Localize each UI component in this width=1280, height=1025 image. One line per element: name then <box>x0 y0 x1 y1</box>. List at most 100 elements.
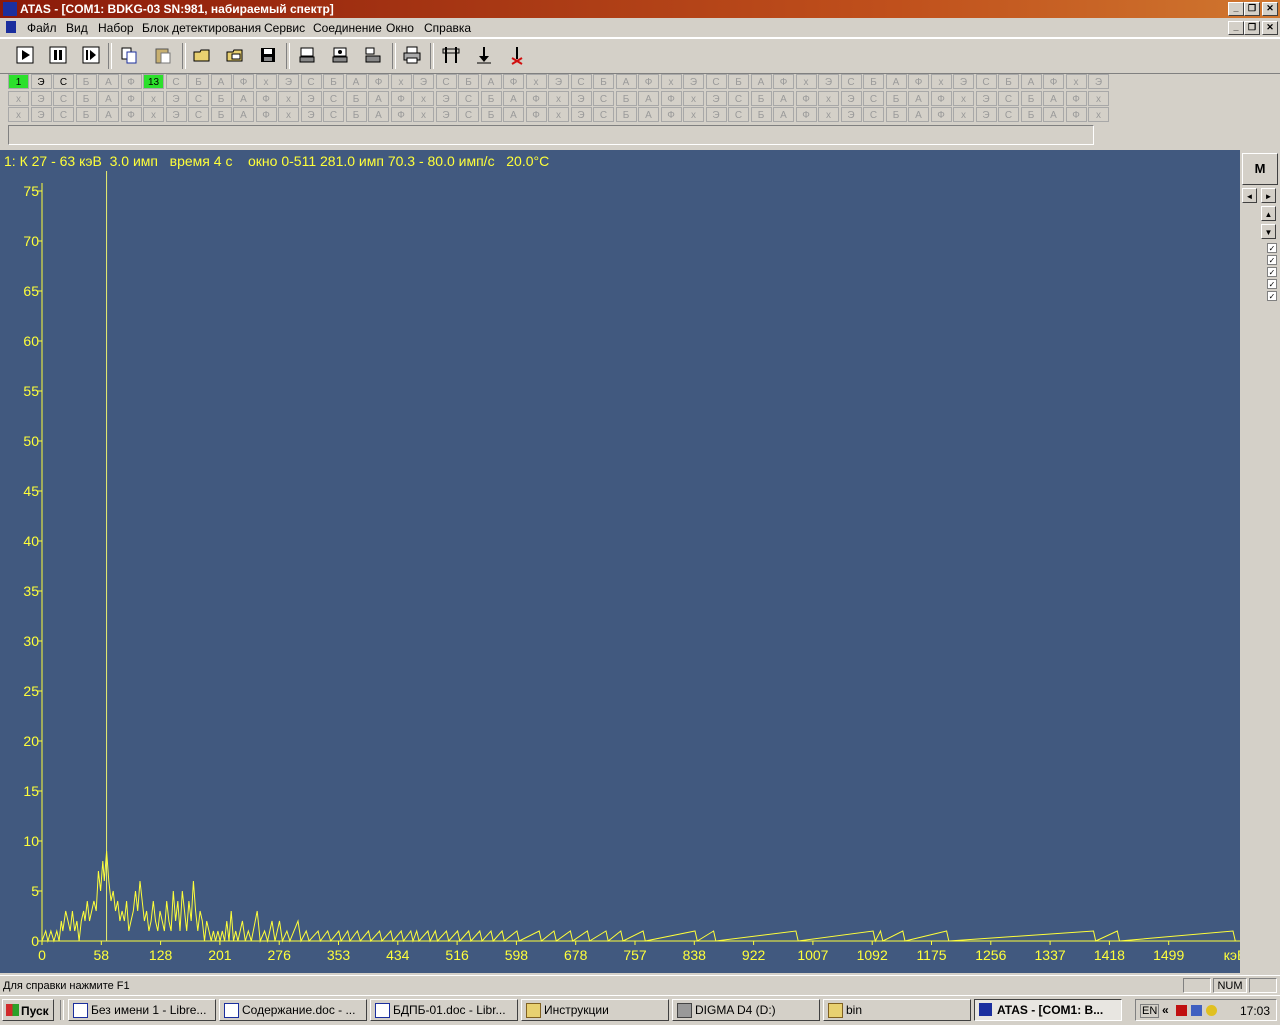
channel-cell[interactable]: Э <box>975 90 997 106</box>
channel-cell[interactable]: Б <box>885 90 907 106</box>
channel-cell[interactable]: А <box>615 74 637 89</box>
channel-cell[interactable]: Э <box>30 90 52 106</box>
menu-detector-block[interactable]: Блок детектирования <box>142 21 261 35</box>
marker-mode-button[interactable]: M <box>1242 153 1278 185</box>
channel-cell[interactable]: х <box>8 107 29 122</box>
step-icon[interactable] <box>80 44 102 66</box>
detector-3-icon[interactable] <box>362 44 384 66</box>
scroll-left-button[interactable]: ◄ <box>1242 188 1257 203</box>
channel-cell[interactable]: А <box>233 90 254 106</box>
channel-cell[interactable]: С <box>728 90 749 106</box>
channel-cell[interactable]: Б <box>615 107 637 122</box>
channel-cell[interactable]: Ф <box>233 74 254 89</box>
channel-cell[interactable]: Э <box>30 74 52 89</box>
channel-cell[interactable]: Э <box>975 107 997 122</box>
channel-cell[interactable]: х <box>1088 90 1109 106</box>
start-button[interactable]: Пуск <box>2 999 54 1021</box>
restore-button[interactable]: ❐ <box>1244 2 1260 16</box>
channel-cell[interactable]: А <box>98 107 119 122</box>
channel-cell[interactable]: Б <box>75 107 97 122</box>
channel-cell[interactable]: А <box>638 90 659 106</box>
channel-cell[interactable]: Э <box>300 107 322 122</box>
channel-cell[interactable]: х <box>413 107 434 122</box>
channel-cell[interactable]: А <box>368 90 389 106</box>
save-icon[interactable] <box>257 44 279 66</box>
channel-cell[interactable]: Э <box>278 74 299 89</box>
channel-cell[interactable]: А <box>1020 74 1042 89</box>
channel-cell[interactable]: С <box>593 107 614 122</box>
channel-cell[interactable]: Ф <box>660 107 682 122</box>
channel-cell[interactable]: Ф <box>503 74 524 89</box>
channel-cell[interactable]: Б <box>750 90 772 106</box>
channel-cell[interactable]: Э <box>30 107 52 122</box>
channel-cell[interactable]: Ф <box>255 90 277 106</box>
channel-cell[interactable]: А <box>345 74 367 89</box>
channel-cell[interactable]: Ф <box>1065 90 1087 106</box>
channel-cell[interactable]: Б <box>188 74 209 89</box>
channel-cell[interactable]: Б <box>210 107 232 122</box>
channel-cell[interactable]: А <box>98 74 119 89</box>
channel-cell[interactable]: Ф <box>795 107 817 122</box>
play-icon[interactable] <box>14 44 36 66</box>
channel-cell[interactable]: х <box>930 74 952 89</box>
channel-cell[interactable]: С <box>435 74 457 89</box>
network-icon[interactable] <box>1191 1005 1202 1016</box>
channel-cell[interactable]: А <box>908 107 929 122</box>
channel-cell[interactable]: Б <box>1020 107 1042 122</box>
channel-cell[interactable]: Б <box>885 107 907 122</box>
marker-delete-icon[interactable] <box>506 44 528 66</box>
menu-help[interactable]: Справка <box>424 21 471 35</box>
channel-cell[interactable]: х <box>795 74 817 89</box>
channel-cell[interactable]: Ф <box>120 90 142 106</box>
marker-pair-icon[interactable] <box>440 44 462 66</box>
channel-cell[interactable]: Ф <box>390 90 412 106</box>
menu-connection[interactable]: Соединение <box>313 21 382 35</box>
channel-cell[interactable]: Б <box>1020 90 1042 106</box>
channel-cell[interactable]: Б <box>593 74 614 89</box>
channel-cell[interactable]: А <box>638 107 659 122</box>
menu-window[interactable]: Окно <box>386 21 414 35</box>
channel-cell[interactable]: Б <box>210 90 232 106</box>
channel-cell[interactable]: Ф <box>638 74 659 89</box>
open-icon[interactable] <box>191 44 213 66</box>
channel-cell[interactable]: А <box>750 74 772 89</box>
channel-cell[interactable]: Э <box>705 107 727 122</box>
channel-cell[interactable]: А <box>480 74 502 89</box>
channel-cell[interactable]: С <box>53 74 74 89</box>
channel-cell[interactable]: А <box>503 90 524 106</box>
channel-cell[interactable]: Ф <box>930 90 952 106</box>
scroll-right-button[interactable]: ► <box>1261 188 1276 203</box>
channel-cell[interactable]: х <box>660 74 682 89</box>
task-button-bin-folder[interactable]: bin <box>823 999 971 1021</box>
channel-cell[interactable]: С <box>458 107 479 122</box>
child-close-button[interactable]: ✕ <box>1262 21 1278 35</box>
channel-cell[interactable]: х <box>525 74 547 89</box>
channel-cell[interactable]: С <box>53 90 74 106</box>
channel-cell[interactable]: Б <box>998 74 1019 89</box>
channel-cell[interactable]: х <box>413 90 434 106</box>
channel-cell[interactable]: Б <box>480 107 502 122</box>
menu-service[interactable]: Сервис <box>264 21 305 35</box>
power-icon[interactable] <box>1206 1005 1217 1016</box>
channel-cell[interactable]: Б <box>863 74 884 89</box>
channel-cell[interactable]: С <box>323 107 344 122</box>
channel-cell[interactable]: А <box>1043 90 1064 106</box>
channel-cell[interactable]: Б <box>345 107 367 122</box>
channel-cell[interactable]: С <box>863 90 884 106</box>
channel-cell[interactable]: х <box>278 107 299 122</box>
channel-cell[interactable]: Б <box>615 90 637 106</box>
channel-cell[interactable]: С <box>998 90 1019 106</box>
detector-1-icon[interactable] <box>296 44 318 66</box>
series-checkbox[interactable]: ✓ <box>1267 291 1277 301</box>
channel-cell[interactable]: х <box>8 90 29 106</box>
task-button-instructions-folder[interactable]: Инструкции <box>521 999 669 1021</box>
channel-cell[interactable]: Ф <box>1065 107 1087 122</box>
channel-cell[interactable]: х <box>390 74 412 89</box>
channel-cell[interactable]: С <box>188 90 209 106</box>
channel-cell[interactable]: Э <box>165 107 187 122</box>
channel-cell[interactable]: Э <box>165 90 187 106</box>
app-icon[interactable] <box>3 2 17 16</box>
channel-cell[interactable]: А <box>773 107 794 122</box>
channel-cell[interactable]: Э <box>840 90 862 106</box>
channel-cell[interactable]: А <box>98 90 119 106</box>
